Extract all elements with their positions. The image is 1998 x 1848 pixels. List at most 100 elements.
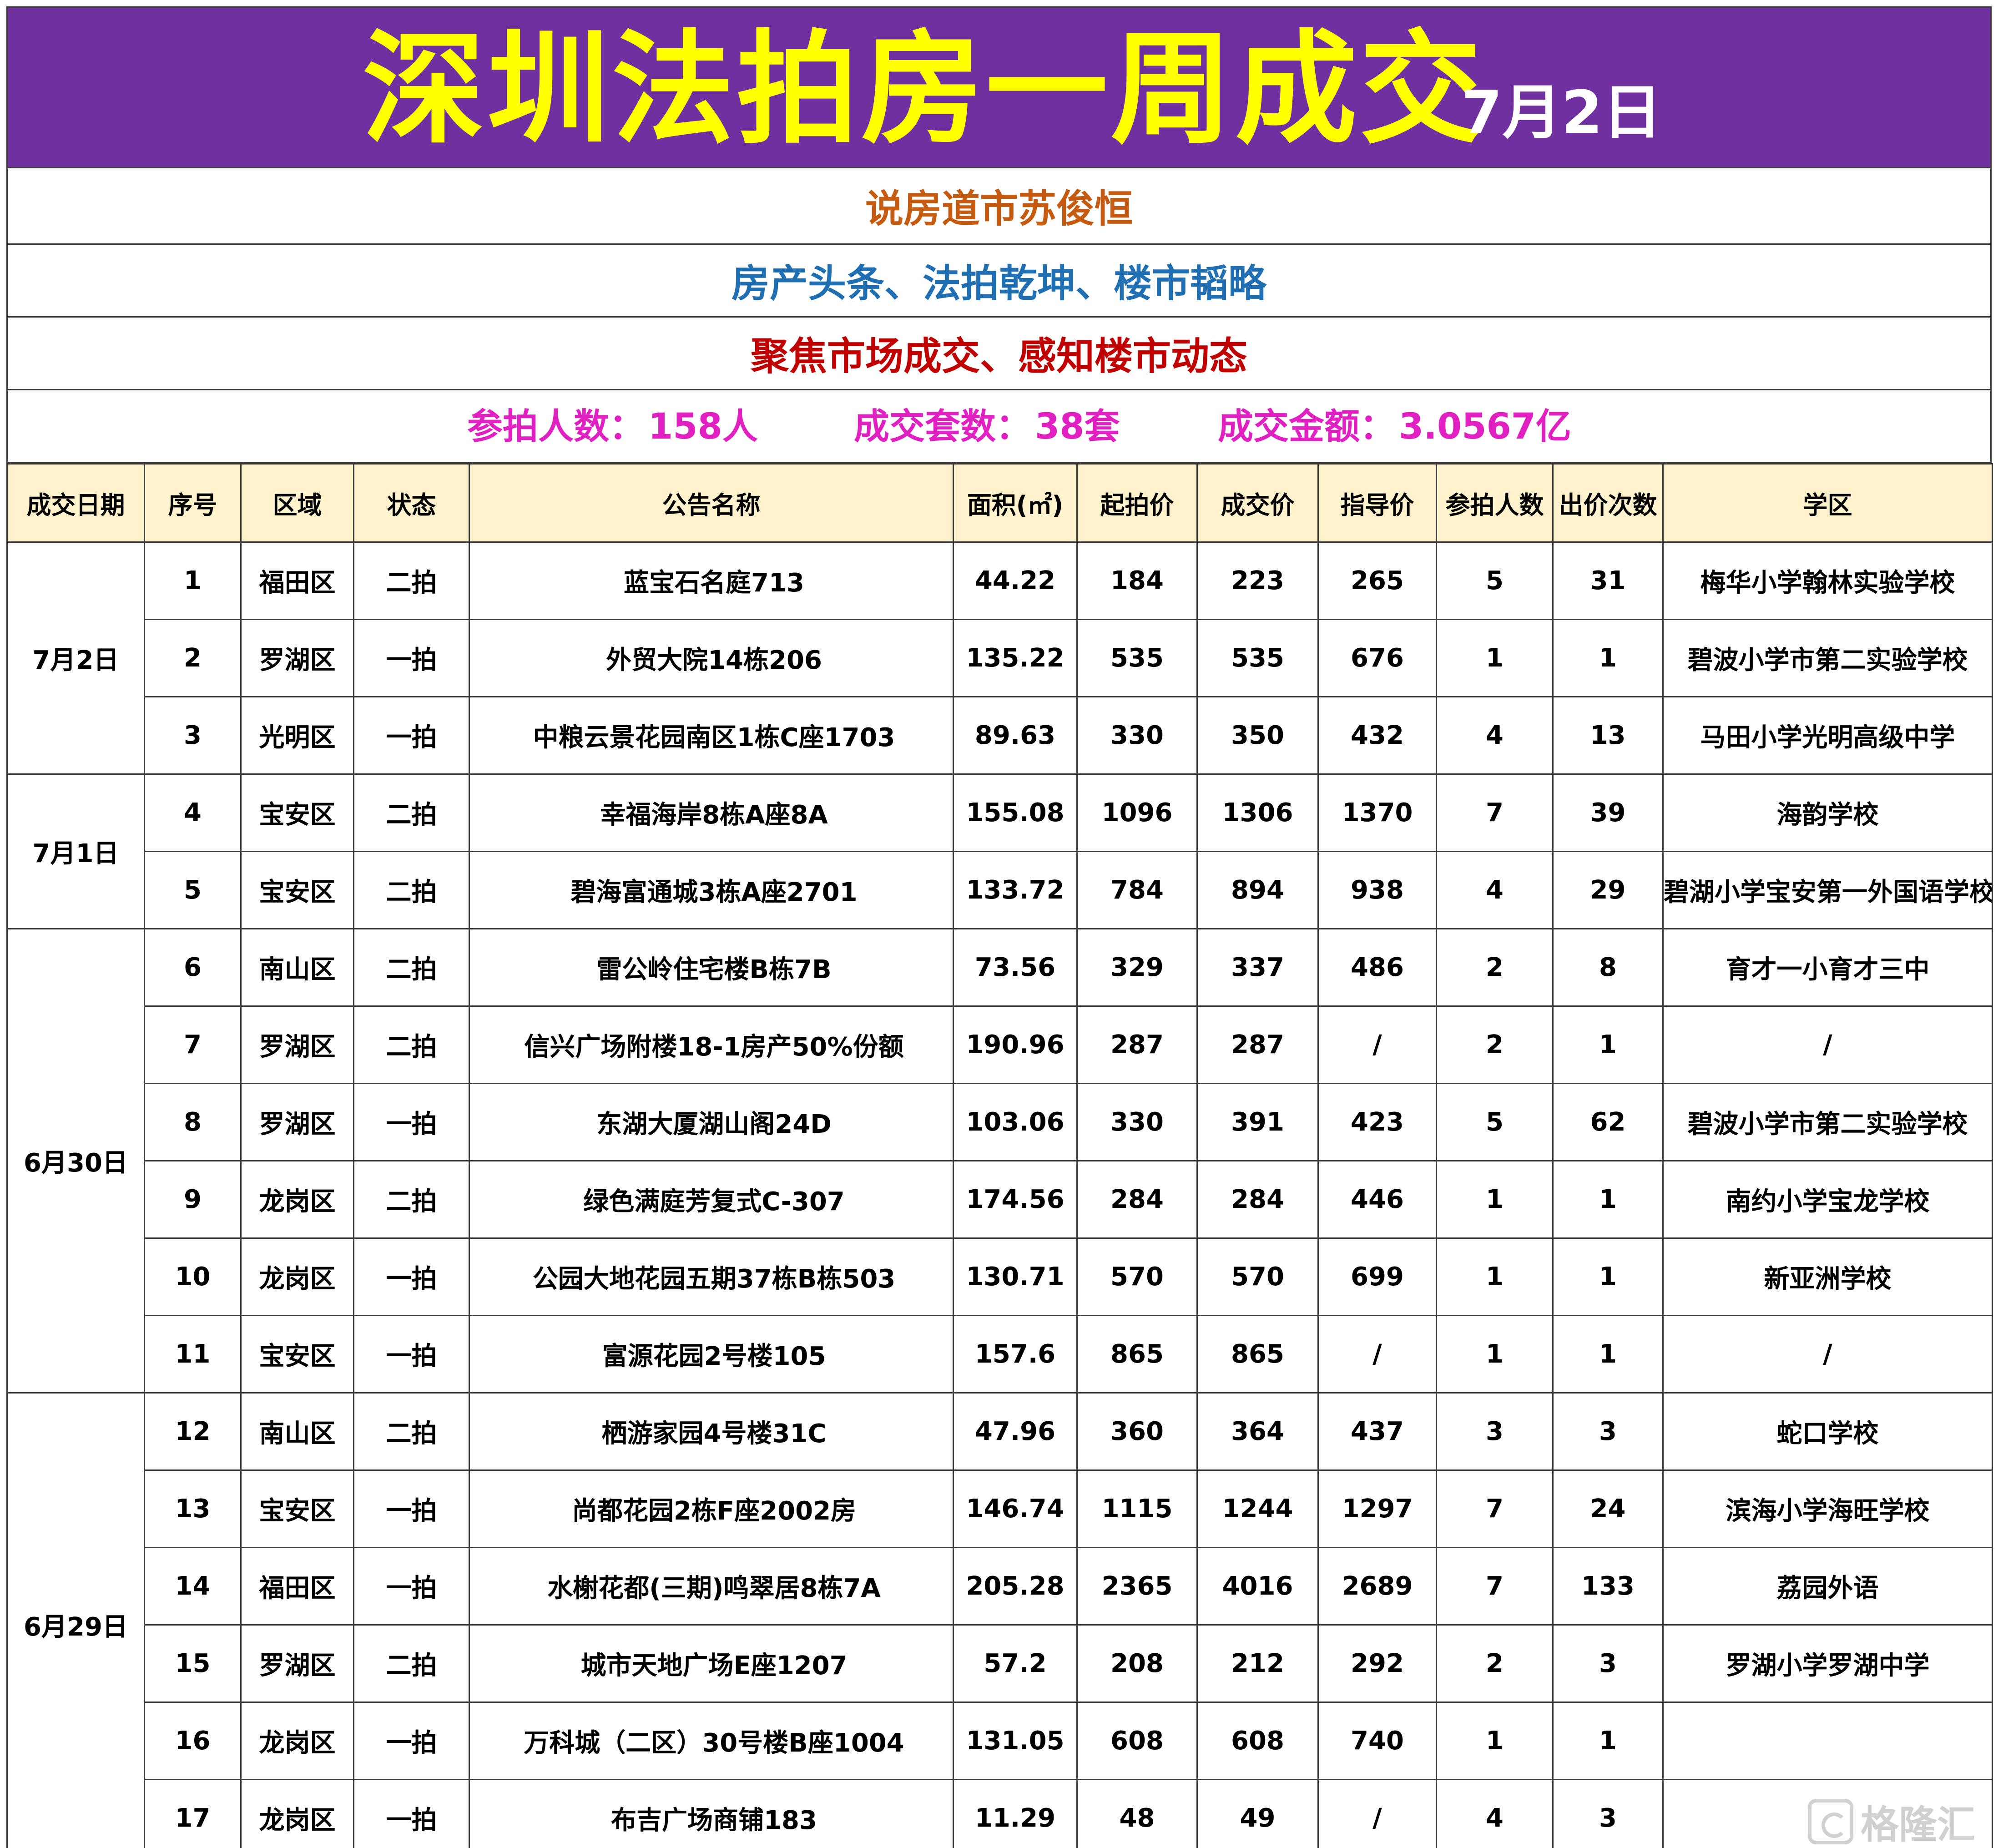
cell-date: 6月30日 (6, 928, 145, 1394)
cell-area: 174.56 (953, 1160, 1078, 1239)
cell-status: 一拍 (353, 696, 470, 775)
cell-bids: 133 (1552, 1547, 1664, 1626)
cell-start-price: 330 (1076, 696, 1198, 775)
cell-name: 幸福海岸8栋A座8A (469, 773, 954, 852)
table-row: 9 龙岗区 二拍 绿色满庭芳复式C-307 174.56 284 284 446 1 1 南约小学宝… (7, 1160, 1993, 1239)
cell-guide-price: 676 (1317, 619, 1437, 697)
participants-value: 158人 (648, 406, 758, 447)
cell-name: 城市天地广场E座1207 (469, 1624, 954, 1703)
cell-status: 二拍 (353, 1005, 470, 1084)
cell-area: 190.96 (953, 1005, 1078, 1084)
cell-name: 碧海富通城3栋A座2701 (469, 851, 954, 929)
cell-district: 龙岗区 (240, 1779, 354, 1848)
cell-bids: 39 (1552, 773, 1664, 852)
cell-name: 信兴广场附楼18-1房产50%份额 (469, 1005, 954, 1084)
cell-deal-price: 287 (1196, 1005, 1319, 1084)
header-name: 公告名称 (469, 463, 954, 543)
cell-guide-price: 1370 (1317, 773, 1437, 852)
cell-bidders: 1 (1436, 1702, 1554, 1780)
cell-bidders: 7 (1436, 1547, 1554, 1626)
cell-district: 南山区 (240, 1392, 354, 1471)
cell-bidders: 1 (1436, 1160, 1554, 1239)
cell-no: 2 (144, 619, 242, 697)
cell-bidders: 2 (1436, 928, 1554, 1007)
cell-name: 富源花园2号楼105 (469, 1315, 954, 1394)
cell-guide-price: 292 (1317, 1624, 1437, 1703)
column-names: 房产头条、法拍乾坤、楼市韬略 (731, 261, 1266, 306)
cell-bids: 3 (1552, 1779, 1664, 1848)
cell-school: 碧湖小学宝安第一外国语学校 (1662, 851, 1993, 929)
cell-deal-price: 350 (1196, 696, 1319, 775)
cell-bids: 3 (1552, 1392, 1664, 1471)
watermark-text: 格隆汇 (1861, 1802, 1976, 1847)
cell-no: 15 (144, 1624, 242, 1703)
cell-area: 44.22 (953, 541, 1078, 620)
cell-school: 海韵学校 (1662, 773, 1993, 852)
header-school: 学区 (1662, 463, 1993, 543)
amount-stat: 成交金额： 3.0567亿 (1218, 390, 1571, 463)
cell-guide-price: 432 (1317, 696, 1437, 775)
cell-district: 南山区 (240, 928, 354, 1007)
cell-bids: 3 (1552, 1624, 1664, 1703)
table-row: 11 宝安区 一拍 富源花园2号楼105 157.6 865 865/1 1/ (7, 1315, 1993, 1394)
cell-status: 一拍 (353, 1315, 470, 1394)
cell-area: 133.72 (953, 851, 1078, 929)
cell-no: 9 (144, 1160, 242, 1239)
deals-label: 成交套数： (854, 406, 1032, 447)
cell-district: 龙岗区 (240, 1237, 354, 1316)
author-row: 说房道市苏俊恒 (6, 168, 1992, 245)
cell-area: 146.74 (953, 1469, 1078, 1548)
table-row: 7月2日 1 福田区 二拍 蓝宝石名庭713 44.22 184 223 265 5 31 梅华小学翰… (6, 541, 1993, 775)
cell-area: 11.29 (953, 1779, 1078, 1848)
cell-area: 57.2 (953, 1624, 1078, 1703)
cell-status: 一拍 (353, 1547, 470, 1626)
cell-school: 南约小学宝龙学校 (1662, 1160, 1993, 1239)
deals-value: 38套 (1035, 406, 1120, 447)
cell-no: 13 (144, 1469, 242, 1548)
cell-school: / (1662, 1315, 1993, 1394)
table-row: 17 龙岗区 一拍 布吉广场商铺183 11.29 48 49/4 3 (7, 1779, 1993, 1848)
cell-deal-price: 284 (1196, 1160, 1319, 1239)
amount-value: 3.0567亿 (1399, 406, 1572, 447)
cell-status: 一拍 (353, 1237, 470, 1316)
cell-deal-price: 865 (1196, 1315, 1319, 1394)
cell-status: 二拍 (353, 541, 470, 620)
cell-bidders: 1 (1436, 1315, 1554, 1394)
header-area: 面积(㎡) (953, 463, 1078, 543)
deals-stat: 成交套数： 38套 (854, 390, 1120, 463)
cell-school: 罗湖小学罗湖中学 (1662, 1624, 1993, 1703)
cell-name: 外贸大院14栋206 (469, 619, 954, 697)
header-district: 区域 (240, 463, 354, 543)
cell-district: 宝安区 (240, 1315, 354, 1394)
cell-start-price: 1115 (1076, 1469, 1198, 1548)
cell-deal-price: 4016 (1196, 1547, 1319, 1626)
header-bids: 出价次数 (1552, 463, 1664, 543)
cell-guide-price: 265 (1317, 541, 1437, 620)
cell-status: 一拍 (353, 619, 470, 697)
cell-deal-price: 535 (1196, 619, 1319, 697)
cell-start-price: 284 (1076, 1160, 1198, 1239)
cell-name: 布吉广场商铺183 (469, 1779, 954, 1848)
cell-district: 龙岗区 (240, 1160, 354, 1239)
cell-bidders: 1 (1436, 619, 1554, 697)
cell-deal-price: 223 (1196, 541, 1319, 620)
cell-no: 3 (144, 696, 242, 775)
cell-status: 一拍 (353, 1779, 470, 1848)
cell-status: 二拍 (353, 1624, 470, 1703)
cell-bids: 62 (1552, 1083, 1664, 1161)
cell-date: 7月2日 (6, 541, 145, 775)
cell-bidders: 5 (1436, 1083, 1554, 1161)
cell-bids: 31 (1552, 541, 1664, 620)
table-row: 15 罗湖区 二拍 城市天地广场E座1207 57.2 208 212 292 2 3 罗湖小学罗湖… (7, 1624, 1993, 1703)
cell-bidders: 5 (1436, 541, 1554, 620)
cell-no: 14 (144, 1547, 242, 1626)
cell-no: 8 (144, 1083, 242, 1161)
cell-guide-price: 446 (1317, 1160, 1437, 1239)
cell-guide-price: 2689 (1317, 1547, 1437, 1626)
cell-school: / (1662, 1005, 1993, 1084)
cell-start-price: 360 (1076, 1392, 1198, 1471)
cell-school: 梅华小学翰林实验学校 (1662, 541, 1993, 620)
cell-no: 4 (144, 773, 242, 852)
cell-school: 滨海小学海旺学校 (1662, 1469, 1993, 1548)
header-guide-price: 指导价 (1317, 463, 1437, 543)
